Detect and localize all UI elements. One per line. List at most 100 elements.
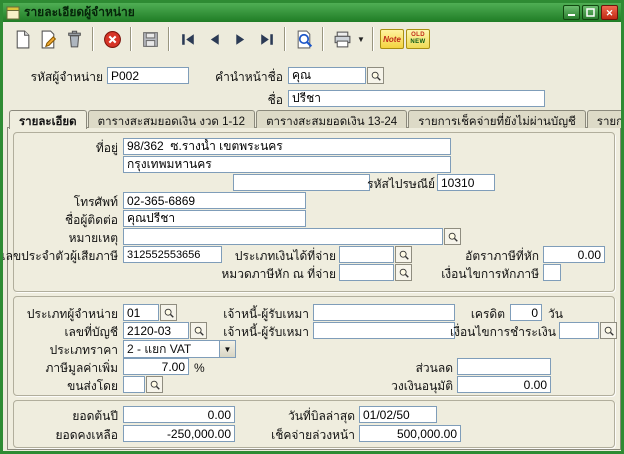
maximize-button[interactable]	[582, 5, 599, 20]
old-new-toggle-button[interactable]: OLDNEW	[405, 26, 431, 52]
details-tab-panel: ที่อยู่ รหัสไปรษณีย์ โทรศัพท์ ชื่อผู้ติด…	[7, 127, 621, 450]
chevron-down-icon[interactable]: ▼	[219, 341, 235, 357]
vat-rate-input[interactable]	[123, 358, 189, 375]
income-type-label: ประเภทเงินได้ที่จ่าย	[235, 249, 336, 263]
phone-input[interactable]	[123, 192, 306, 209]
wht-category-lookup-button[interactable]	[395, 264, 412, 281]
credit-limit-input[interactable]	[457, 376, 551, 393]
price-type-label: ประเภทราคา	[50, 343, 118, 357]
account-number-lookup-button[interactable]	[190, 322, 207, 339]
note-lookup-button[interactable]	[444, 228, 461, 245]
note-button[interactable]: Note	[379, 26, 405, 52]
creditor2-label: เจ้าหนี้-ผู้รับเหมา	[223, 325, 309, 339]
creditor1-input[interactable]	[313, 304, 455, 321]
toolbar-separator	[284, 27, 286, 51]
toolbar-separator	[372, 27, 374, 51]
address-line2-input[interactable]	[123, 156, 451, 173]
vat-label: ภาษีมูลค่าเพิ่ม	[45, 361, 118, 375]
contact-name-label: ชื่อผู้ติดต่อ	[65, 213, 118, 227]
postal-code-label: รหัสไปรษณีย์	[367, 177, 435, 191]
credit-label: เครดิต	[471, 307, 505, 321]
note-input[interactable]	[123, 228, 443, 245]
toolbar-separator	[168, 27, 170, 51]
shipping-input[interactable]	[123, 376, 145, 393]
tab-strip: รายละเอียด ตารางสะสมยอดเงิน งวด 1-12 ตาร…	[9, 109, 624, 128]
wht-category-label: หมวดภาษีหัก ณ ที่จ่าย	[221, 267, 336, 281]
delete-button[interactable]	[61, 26, 87, 52]
toolbar-separator	[322, 27, 324, 51]
close-button[interactable]: ✕	[601, 5, 618, 20]
advance-cheque-input[interactable]	[359, 425, 461, 442]
phone-label: โทรศัพท์	[74, 195, 118, 209]
balance-input[interactable]	[123, 425, 235, 442]
name-input[interactable]	[288, 90, 545, 107]
creditor2-input[interactable]	[313, 322, 455, 339]
minimize-button[interactable]	[563, 5, 580, 20]
title-prefix-lookup-button[interactable]	[367, 67, 384, 84]
address-line1-input[interactable]	[123, 138, 451, 155]
last-record-button[interactable]	[253, 26, 279, 52]
tab-unposted-cheques[interactable]: รายการเช็คจ่ายที่ยังไม่ผ่านบัญชี	[408, 110, 586, 128]
note-icon: Note	[380, 29, 404, 49]
wht-rate-label: อัตราภาษีที่หัก	[465, 249, 539, 263]
income-type-lookup-button[interactable]	[395, 246, 412, 263]
tab-accumulated-1-12[interactable]: ตารางสะสมยอดเงิน งวด 1-12	[88, 110, 255, 128]
credit-days-input[interactable]	[510, 304, 542, 321]
print-dropdown-arrow[interactable]: ▼	[355, 26, 367, 52]
title-prefix-label: คำนำหน้าชื่อ	[215, 70, 283, 84]
vendor-type-lookup-button[interactable]	[160, 304, 177, 321]
contact-name-input[interactable]	[123, 210, 306, 227]
price-type-value: 2 - แยก VAT	[124, 341, 219, 357]
note-label: หมายเหตุ	[69, 231, 118, 245]
vendor-details-window: รายละเอียดผู้จำหน่าย ✕	[0, 0, 624, 454]
new-document-button[interactable]	[9, 26, 35, 52]
wht-category-input[interactable]	[339, 264, 394, 281]
account-number-input[interactable]	[123, 322, 189, 339]
cancel-button[interactable]	[99, 26, 125, 52]
last-bill-date-label: วันที่บิลล่าสุด	[288, 409, 355, 423]
tab-accumulated-13-24[interactable]: ตารางสะสมยอดเงิน 13-24	[256, 110, 407, 128]
price-type-combobox[interactable]: 2 - แยก VAT ▼	[123, 340, 236, 358]
payment-terms-input[interactable]	[559, 322, 599, 339]
vendor-code-label: รหัสผู้จำหน่าย	[31, 70, 103, 84]
vendor-type-input[interactable]	[123, 304, 159, 321]
tax-condition-label: เงื่อนไขการหักภาษี	[441, 267, 539, 281]
credit-days-unit-label: วัน	[548, 307, 563, 321]
payment-terms-lookup-button[interactable]	[600, 322, 617, 339]
title-prefix-input[interactable]	[288, 67, 366, 84]
save-button[interactable]	[137, 26, 163, 52]
address-label: ที่อยู่	[96, 141, 118, 155]
toolbar-separator	[92, 27, 94, 51]
begin-balance-input[interactable]	[123, 406, 235, 423]
first-record-button[interactable]	[175, 26, 201, 52]
tab-outstanding-bills[interactable]: รายการบิลค้างชำระ	[587, 110, 624, 128]
begin-balance-label: ยอดต้นปี	[72, 409, 118, 423]
name-label: ชื่อ	[268, 93, 283, 107]
discount-input[interactable]	[457, 358, 551, 375]
toolbar-separator	[130, 27, 132, 51]
credit-limit-label: วงเงินอนุมัติ	[391, 379, 453, 393]
income-type-input[interactable]	[339, 246, 394, 263]
vendor-code-input[interactable]	[107, 67, 189, 84]
titlebar: รายละเอียดผู้จำหน่าย ✕	[3, 3, 621, 22]
print-button[interactable]	[329, 26, 355, 52]
postal-code-input[interactable]	[437, 174, 495, 191]
tab-details[interactable]: รายละเอียด	[9, 110, 87, 129]
tax-id-input[interactable]	[123, 246, 222, 263]
window-controls: ✕	[563, 5, 618, 20]
tax-condition-input[interactable]	[543, 264, 561, 281]
next-record-button[interactable]	[227, 26, 253, 52]
advance-cheque-label: เช็คจ่ายล่วงหน้า	[271, 428, 355, 442]
vat-percent-label: %	[194, 361, 205, 375]
balance-label: ยอดคงเหลือ	[56, 428, 119, 442]
payment-terms-label: เงื่อนไขการชำระเงิน	[450, 325, 556, 339]
shipping-lookup-button[interactable]	[146, 376, 163, 393]
find-button[interactable]	[291, 26, 317, 52]
address-line3-input[interactable]	[233, 174, 370, 191]
edit-button[interactable]	[35, 26, 61, 52]
last-bill-date-input[interactable]	[359, 406, 437, 423]
previous-record-button[interactable]	[201, 26, 227, 52]
wht-rate-input[interactable]	[543, 246, 605, 263]
creditor1-label: เจ้าหนี้-ผู้รับเหมา	[223, 307, 309, 321]
vendor-type-label: ประเภทผู้จำหน่าย	[27, 307, 118, 321]
